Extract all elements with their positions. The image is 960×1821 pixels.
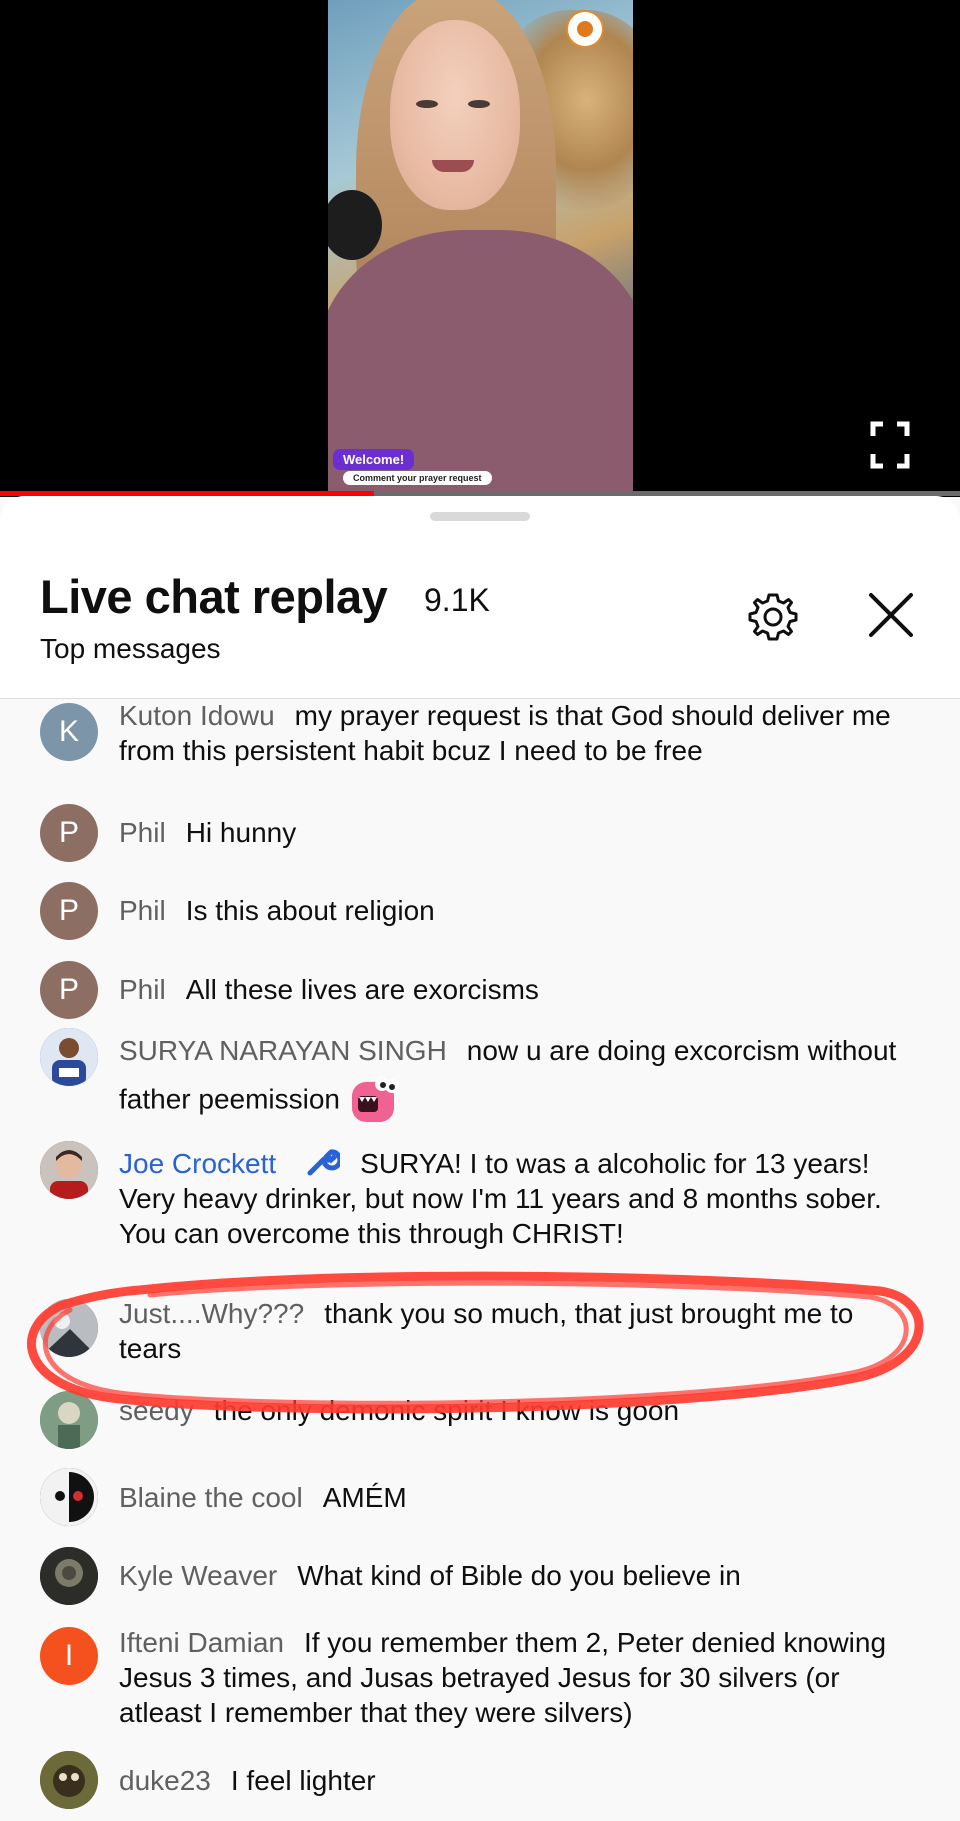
author-name[interactable]: Kuton Idowu [119,700,275,731]
chat-message-list[interactable]: K Kuton Idowu my prayer request is that G… [0,699,960,1821]
author-name[interactable]: seedy [119,1395,194,1426]
avatar[interactable]: P [40,882,98,940]
close-icon[interactable] [866,590,916,640]
welcome-overlay: Welcome! [333,449,415,470]
user-photo [40,1141,98,1199]
author-name[interactable]: Joe Crockett [119,1148,276,1179]
fullscreen-icon[interactable] [870,420,910,470]
avatar[interactable] [40,1468,98,1526]
viewer-count: 9.1K [424,582,490,618]
avatar[interactable]: P [40,804,98,862]
author-name[interactable]: Blaine the cool [119,1482,303,1513]
user-photo [40,1547,98,1605]
message-text: What kind of Bible do you believe in [297,1560,741,1591]
pink-monster-emoji [352,1077,400,1122]
prayer-request-overlay: Comment your prayer request [343,471,492,485]
user-photo [40,1299,98,1357]
message-text: I feel lighter [230,1765,376,1796]
user-photo [40,1751,98,1809]
user-photo [40,1468,98,1526]
author-name[interactable]: duke23 [119,1765,211,1796]
avatar[interactable]: K [40,703,98,761]
author-name[interactable]: SURYA NARAYAN SINGH [119,1035,447,1066]
author-name[interactable]: Kyle Weaver [119,1560,277,1591]
message-text: Is this about religion [185,895,435,926]
chat-header: Live chat replay 9.1K Top messages [0,496,960,698]
message-text: the only demonic spirit I know is goon [213,1395,680,1426]
user-photo [40,1028,98,1086]
author-name[interactable]: Ifteni Damian [119,1627,284,1658]
avatar[interactable] [40,1751,98,1809]
message-text: All these lives are exorcisms [185,974,539,1005]
avatar[interactable]: I [40,1627,98,1685]
channel-logo [566,10,604,48]
avatar[interactable] [40,1141,98,1199]
avatar[interactable] [40,1391,98,1449]
live-chat-panel: Live chat replay 9.1K Top messages K Kut… [0,496,960,1821]
avatar[interactable] [40,1028,98,1086]
avatar[interactable] [40,1547,98,1605]
author-name[interactable]: Just....Why??? [119,1298,304,1329]
presenter-face [390,20,520,210]
avatar[interactable]: P [40,961,98,1019]
author-name[interactable]: Phil [119,895,166,926]
user-photo [40,1391,98,1449]
wrench-icon [307,1149,341,1176]
panel-title: Live chat replay [40,570,388,623]
avatar[interactable] [40,1299,98,1357]
author-name[interactable]: Phil [119,974,166,1005]
gear-icon[interactable] [746,590,800,644]
chat-filter-dropdown[interactable]: Top messages [40,633,221,665]
message-text: Hi hunny [185,817,297,848]
author-name[interactable]: Phil [119,817,166,848]
video-player[interactable]: Welcome! Comment your prayer request [0,0,960,497]
video-frame [328,0,633,497]
message-text: AMÉM [322,1482,407,1513]
